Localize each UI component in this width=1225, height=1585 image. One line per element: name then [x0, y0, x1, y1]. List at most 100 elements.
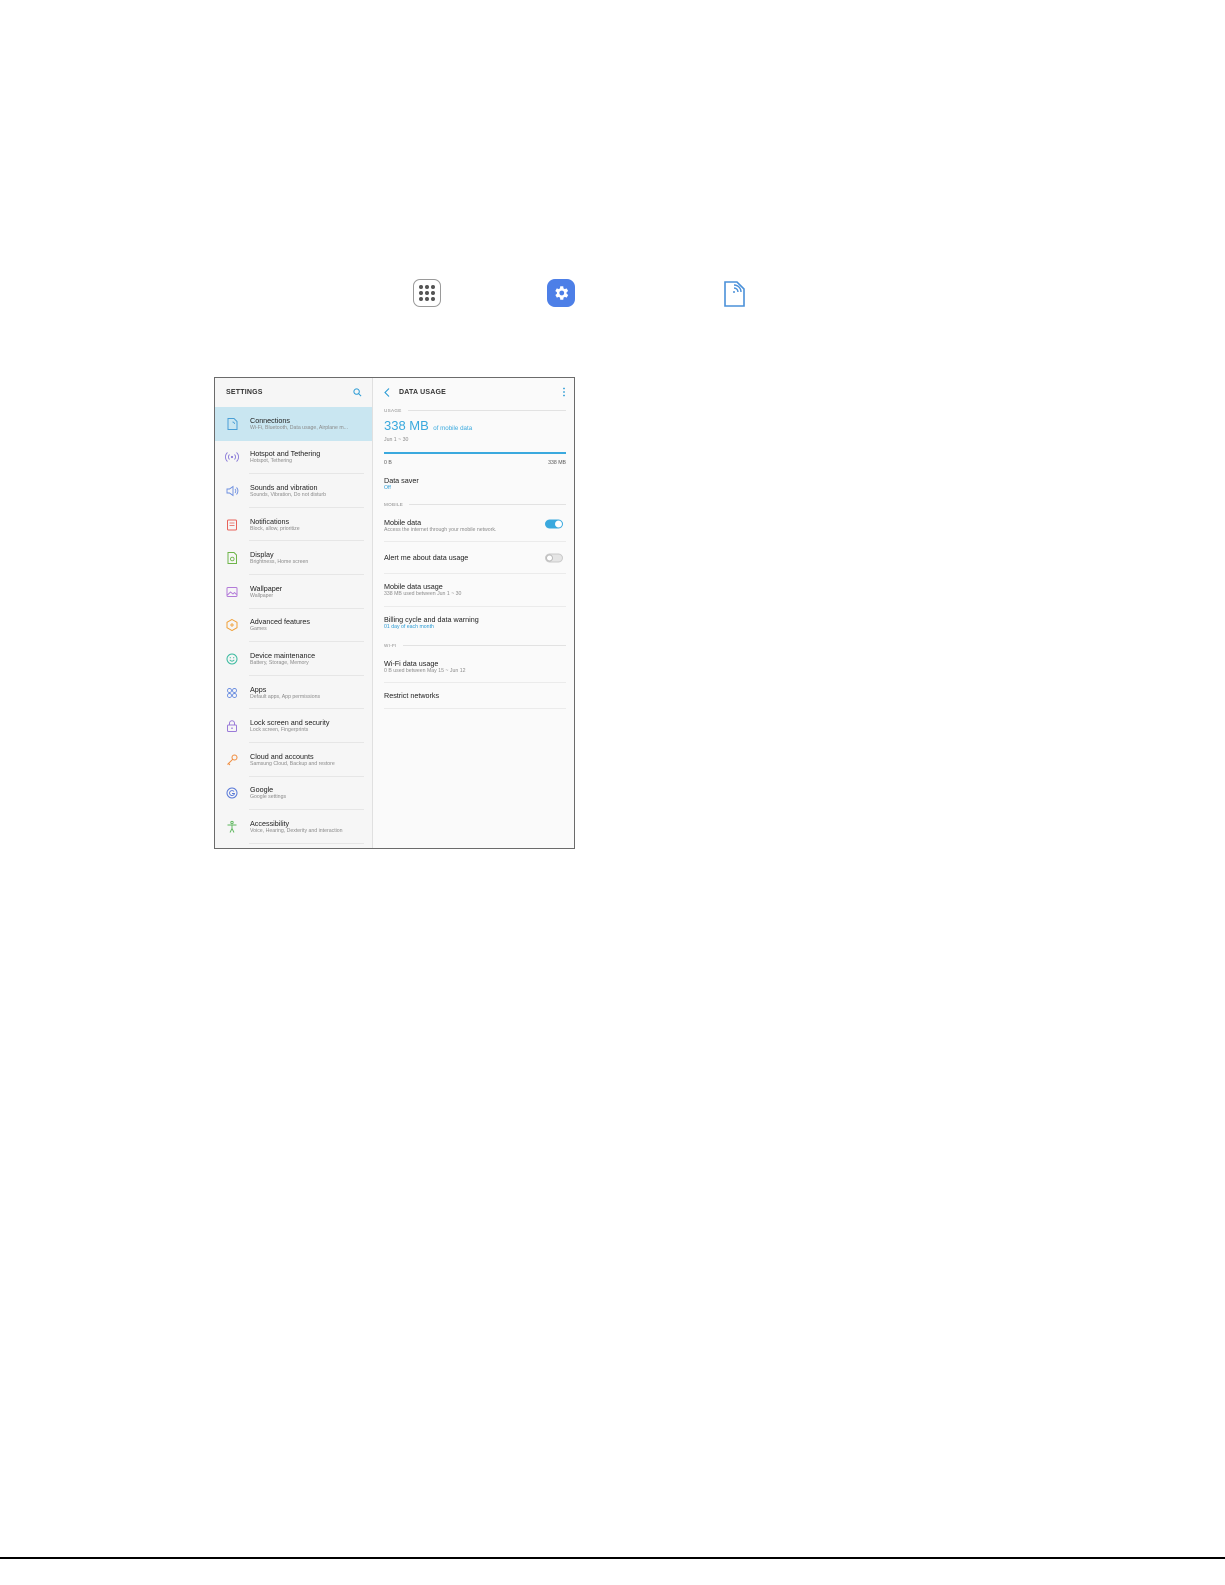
settings-item-title: Sounds and vibration — [250, 482, 318, 492]
settings-item-hotspot-and-tethering[interactable]: Hotspot and Tethering Hotspot, Tethering — [215, 441, 372, 475]
data-usage-header: DATA USAGE — [384, 378, 566, 407]
alert-data-usage-title: Alert me about data usage — [384, 553, 469, 562]
advanced-features-icon — [225, 618, 239, 632]
connections-icon — [225, 417, 239, 431]
settings-item-accessibility[interactable]: Accessibility Voice, Hearing, Dexterity a… — [215, 810, 372, 844]
usage-label: USAGE — [384, 408, 402, 413]
settings-item-subtitle: Wallpaper — [250, 592, 274, 599]
data-usage-pane: DATA USAGE USAGE 338 MB of mobile data J… — [373, 378, 574, 848]
settings-item-text: Sounds and vibration Sounds, Vibration, D… — [250, 483, 326, 499]
settings-item-text: Google Google settings — [250, 785, 286, 801]
settings-item-subtitle: Block, allow, prioritize — [250, 525, 300, 532]
settings-item-title: Accessibility — [250, 818, 290, 828]
settings-item-apps[interactable]: Apps Default apps, App permissions — [215, 676, 372, 710]
settings-item-subtitle: Wi-Fi, Bluetooth, Data usage, Airplane m… — [250, 424, 349, 431]
apps-grid-icon[interactable] — [413, 279, 441, 307]
settings-item-title: Hotspot and Tethering — [250, 449, 321, 459]
settings-item-text: Wallpaper Wallpaper — [250, 584, 282, 600]
billing-cycle-title: Billing cycle and data warning — [384, 615, 479, 624]
usage-range: 0 B 338 MB — [384, 460, 566, 467]
billing-cycle-desc: 01 day of each month — [384, 624, 434, 630]
settings-item-connections[interactable]: Connections Wi-Fi, Bluetooth, Data usage,… — [215, 407, 372, 441]
restrict-networks-title: Restrict networks — [384, 691, 440, 700]
more-options-icon[interactable] — [562, 384, 566, 402]
page-bottom-rule — [0, 1557, 1225, 1559]
settings-menu-list: Connections Wi-Fi, Bluetooth, Data usage,… — [215, 407, 372, 844]
cloud-key-icon — [225, 753, 239, 767]
settings-item-subtitle: Default apps, App permissions — [250, 693, 321, 700]
settings-item-title: Apps — [250, 684, 267, 694]
settings-item-display[interactable]: Display Brightness, Home screen — [215, 541, 372, 575]
restrict-networks-row[interactable]: Restrict networks — [384, 683, 566, 709]
settings-item-text: Accessibility Voice, Hearing, Dexterity a… — [250, 819, 343, 835]
back-arrow-icon[interactable] — [384, 384, 390, 402]
settings-item-text: Notifications Block, allow, prioritize — [250, 517, 300, 533]
google-icon — [225, 786, 239, 800]
usage-bar-fill — [384, 452, 566, 454]
settings-item-title: Device maintenance — [250, 650, 316, 660]
range-min: 0 B — [384, 460, 392, 466]
settings-item-subtitle: Sounds, Vibration, Do not disturb — [250, 491, 327, 498]
settings-item-subtitle: Google settings — [250, 794, 287, 801]
settings-item-device-maintenance[interactable]: Device maintenance Battery, Storage, Memo… — [215, 642, 372, 676]
lock-icon — [225, 719, 239, 733]
mobile-data-usage-title: Mobile data usage — [384, 582, 443, 591]
apps-icon — [225, 686, 239, 700]
settings-item-title: Cloud and accounts — [250, 751, 314, 761]
billing-cycle-row[interactable]: Billing cycle and data warning 01 day of… — [384, 607, 566, 643]
settings-item-text: Cloud and accounts Samsung Cloud, Backup … — [250, 752, 335, 768]
wifi-data-usage-title: Wi-Fi data usage — [384, 659, 439, 668]
mobile-data-usage-desc: 338 MB used between Jun 1 ~ 30 — [384, 591, 462, 597]
usage-value: 338 MB — [384, 418, 429, 433]
settings-item-wallpaper[interactable]: Wallpaper Wallpaper — [215, 575, 372, 609]
wallpaper-icon — [225, 585, 239, 599]
mobile-data-row[interactable]: Mobile data Access the internet through … — [384, 507, 566, 542]
settings-item-text: Display Brightness, Home screen — [250, 550, 308, 566]
mobile-data-desc: Access the internet through your mobile … — [384, 527, 497, 533]
settings-screenshot: SETTINGS Connections Wi-Fi, Bluetooth, Da… — [214, 377, 575, 849]
settings-item-text: Connections Wi-Fi, Bluetooth, Data usage,… — [250, 416, 348, 432]
data-usage-title: DATA USAGE — [399, 389, 446, 396]
notifications-icon — [225, 518, 239, 532]
wifi-data-usage-row[interactable]: Wi-Fi data usage 0 B used between May 15… — [384, 648, 566, 683]
display-icon — [225, 551, 239, 565]
mobile-data-usage-row[interactable]: Mobile data usage 338 MB used between Ju… — [384, 574, 566, 607]
settings-item-cloud-and-accounts[interactable]: Cloud and accounts Samsung Cloud, Backup … — [215, 743, 372, 777]
usage-bar — [384, 452, 566, 454]
settings-item-subtitle: Lock screen, Fingerprints — [250, 727, 309, 734]
alert-data-usage-toggle[interactable] — [545, 553, 563, 562]
mobile-data-toggle[interactable] — [545, 519, 563, 529]
settings-item-title: Connections — [250, 415, 290, 425]
search-icon[interactable] — [353, 384, 362, 402]
settings-item-subtitle: Brightness, Home screen — [250, 559, 309, 566]
settings-header: SETTINGS — [215, 378, 372, 407]
settings-gear-icon[interactable] — [547, 279, 575, 307]
settings-item-text: Advanced features Games — [250, 617, 310, 633]
data-saver-row[interactable]: Data saver Off — [384, 467, 566, 502]
settings-item-lock-screen-and-security[interactable]: Lock screen and security Lock screen, Fin… — [215, 709, 372, 743]
data-saver-title: Data saver — [384, 476, 419, 485]
settings-item-title: Wallpaper — [250, 583, 283, 593]
settings-item-advanced-features[interactable]: Advanced features Games — [215, 609, 372, 643]
usage-section-label: USAGE — [384, 408, 566, 413]
device-maintenance-icon — [225, 652, 239, 666]
settings-item-google[interactable]: Google Google settings — [215, 777, 372, 811]
settings-item-title: Notifications — [250, 516, 290, 526]
settings-item-subtitle: Hotspot, Tethering — [250, 458, 293, 465]
settings-item-title: Google — [250, 785, 274, 795]
hotspot-icon — [225, 450, 239, 464]
range-max: 338 MB — [548, 460, 566, 466]
settings-item-subtitle: Samsung Cloud, Backup and restore — [250, 760, 335, 767]
settings-item-sounds-and-vibration[interactable]: Sounds and vibration Sounds, Vibration, D… — [215, 474, 372, 508]
settings-item-subtitle: Games — [250, 626, 267, 633]
mobile-data-title: Mobile data — [384, 518, 422, 527]
settings-title: SETTINGS — [226, 389, 263, 396]
connections-icon[interactable] — [720, 279, 748, 309]
settings-item-notifications[interactable]: Notifications Block, allow, prioritize — [215, 508, 372, 542]
usage-summary: 338 MB of mobile data — [384, 417, 566, 435]
settings-item-text: Device maintenance Battery, Storage, Memo… — [250, 651, 315, 667]
usage-suffix: of mobile data — [433, 425, 473, 432]
usage-period: Jun 1 ~ 30 — [384, 437, 409, 443]
settings-item-text: Apps Default apps, App permissions — [250, 685, 320, 701]
alert-data-usage-row[interactable]: Alert me about data usage — [384, 542, 566, 574]
